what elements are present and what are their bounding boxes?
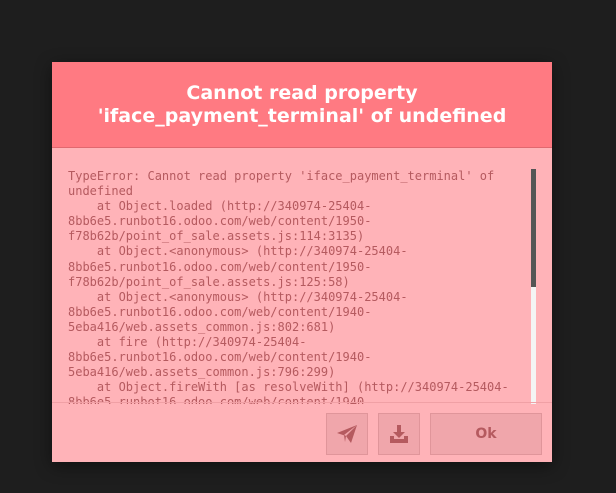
- traceback-line: f78b62b/point_of_sale.assets.js:114:3135…: [68, 229, 365, 244]
- traceback-line: at Object.fireWith [as resolveWith] (htt…: [68, 380, 509, 395]
- traceback-line: 8bb6e5.runbot16.odoo.com/web/content/195…: [68, 259, 372, 274]
- paper-plane-icon: [336, 424, 358, 444]
- download-icon: [389, 424, 409, 444]
- traceback-line: 5eba416/web.assets_common.js:802:681): [68, 319, 336, 334]
- traceback-line: 5eba416/web.assets_common.js:796:299): [68, 365, 336, 380]
- traceback-line: 8bb6e5.runbot16.odoo.com/web/content/194…: [68, 304, 372, 319]
- scrollbar-thumb[interactable]: [531, 169, 536, 287]
- traceback-line: TypeError: Cannot read property 'iface_p…: [68, 169, 495, 183]
- popup-footer: Ok: [52, 402, 552, 462]
- popup-header: Cannot read property 'iface_payment_term…: [52, 62, 552, 148]
- traceback-line: 8bb6e5.runbot16.odoo.com/web/content/195…: [68, 214, 372, 229]
- traceback-line: at fire (http://340974-25404-: [68, 335, 307, 350]
- traceback-line: f78b62b/point_of_sale.assets.js:125:58): [68, 274, 350, 289]
- traceback-line: 8bb6e5.runbot16.odoo.com/web/content/194…: [68, 350, 372, 365]
- traceback-line: at Object.loaded (http://340974-25404-: [68, 199, 372, 214]
- traceback-line: at Object.<anonymous> (http://340974-254…: [68, 289, 408, 304]
- error-traceback-text: TypeError: Cannot read property 'iface_p…: [68, 169, 514, 404]
- scrollbar[interactable]: [531, 169, 536, 404]
- error-traceback-popup: Cannot read property 'iface_payment_term…: [52, 62, 552, 462]
- popup-body[interactable]: TypeError: Cannot read property 'iface_p…: [52, 148, 552, 404]
- traceback-line: undefined: [68, 184, 134, 199]
- download-error-button[interactable]: [378, 413, 420, 455]
- ok-button-label: Ok: [475, 426, 497, 442]
- traceback-line: at Object.<anonymous> (http://340974-254…: [68, 244, 408, 259]
- send-error-button[interactable]: [326, 413, 368, 455]
- ok-button[interactable]: Ok: [430, 413, 542, 455]
- popup-title: Cannot read property 'iface_payment_term…: [97, 81, 507, 127]
